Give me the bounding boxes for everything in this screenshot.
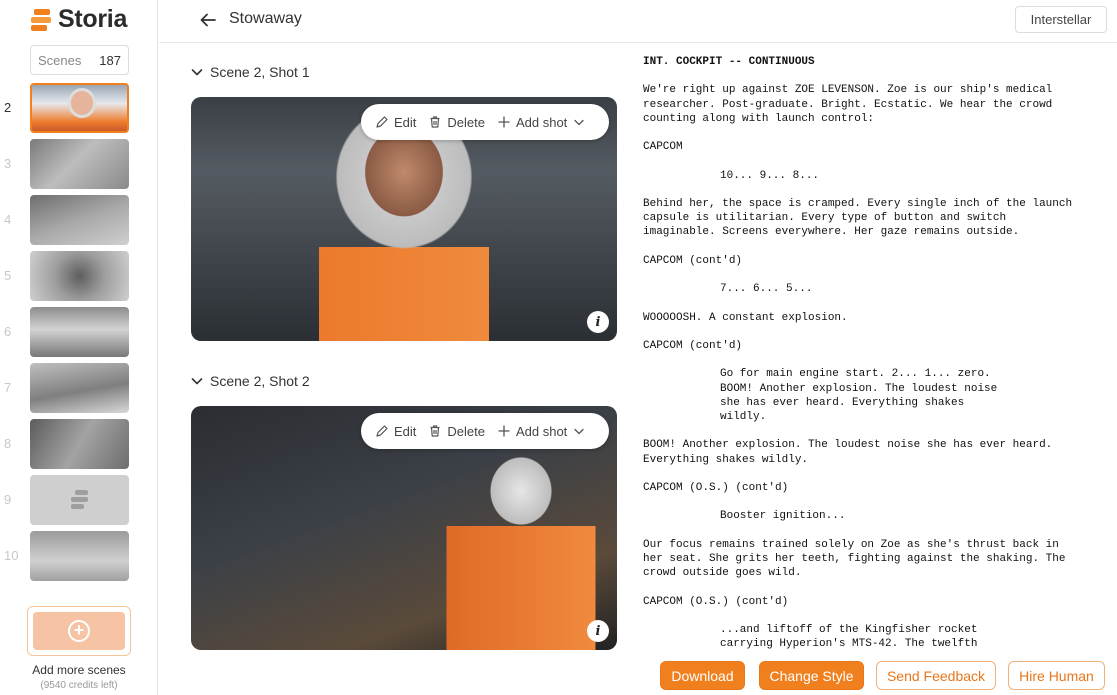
- add-shot-label: Add shot: [515, 423, 568, 439]
- scene-number: 10: [4, 548, 19, 563]
- shot-header[interactable]: Scene 2, Shot 2: [190, 373, 310, 389]
- shot-toolbar: Edit Delete Add shot: [361, 104, 609, 140]
- arrow-left-icon[interactable]: [199, 11, 217, 29]
- scene-thumbnail-image[interactable]: [30, 195, 129, 245]
- scene-thumbnail-item[interactable]: 5: [0, 251, 158, 301]
- add-scenes-inner: +: [33, 612, 125, 650]
- edit-button[interactable]: Edit: [371, 115, 420, 130]
- edit-label: Edit: [394, 114, 417, 130]
- storia-logo-icon: [30, 8, 52, 32]
- scene-thumbnail-image[interactable]: [30, 307, 129, 357]
- scene-thumbnail-image[interactable]: [30, 251, 129, 301]
- scene-thumbnail-image[interactable]: [30, 419, 129, 469]
- scene-number: 2: [4, 100, 12, 115]
- scene-thumbnail-image[interactable]: [30, 83, 129, 133]
- delete-button[interactable]: Delete: [424, 115, 489, 130]
- info-button[interactable]: i: [587, 620, 609, 642]
- info-button[interactable]: i: [587, 311, 609, 333]
- delete-label: Delete: [447, 423, 485, 439]
- scenes-count: 187: [99, 52, 121, 68]
- script-action: WOOOOOSH. A constant explosion.: [643, 311, 848, 324]
- scene-number: 7: [4, 380, 12, 395]
- scene-number: 6: [4, 324, 12, 339]
- pencil-icon: [376, 116, 388, 128]
- scene-number: 9: [4, 492, 12, 507]
- chevron-down-icon: [191, 378, 203, 385]
- download-button[interactable]: Download: [660, 661, 745, 690]
- add-shot-button[interactable]: Add shot: [493, 424, 590, 439]
- plus-circle-icon: +: [68, 620, 90, 642]
- scene-thumbnail-item[interactable]: 7: [0, 363, 158, 413]
- scenes-label: Scenes: [38, 52, 82, 68]
- scene-thumbnail-item[interactable]: 9: [0, 475, 158, 525]
- pencil-icon: [376, 425, 388, 437]
- add-shot-label: Add shot: [515, 114, 568, 130]
- shot-title: Scene 2, Shot 1: [210, 64, 310, 80]
- placeholder-logo-icon: [71, 490, 89, 510]
- chevron-down-icon: [574, 428, 584, 435]
- trash-icon: [430, 116, 440, 128]
- script-character: CAPCOM (cont'd): [643, 254, 743, 267]
- screenplay-text[interactable]: INT. COCKPIT -- CONTINUOUS We're right up…: [643, 55, 1103, 650]
- plus-icon: [498, 116, 510, 128]
- hire-human-button[interactable]: Hire Human: [1008, 661, 1105, 690]
- delete-button[interactable]: Delete: [424, 424, 489, 439]
- app-logo[interactable]: Storia: [30, 5, 127, 34]
- add-scenes-button[interactable]: +: [27, 606, 131, 656]
- scene-thumbnail-item[interactable]: 6: [0, 307, 158, 357]
- script-action: BOOM! Another explosion. The loudest noi…: [643, 439, 1053, 466]
- logo-text: Storia: [58, 5, 128, 33]
- scene-number: 4: [4, 212, 12, 227]
- scene-sidebar: Storia Scenes 187 2 3 4 5 6 7 8 9 10 + A…: [0, 0, 158, 695]
- scene-thumbnail-item[interactable]: 3: [0, 139, 158, 189]
- scene-thumbnail-item[interactable]: 2: [0, 83, 158, 133]
- scene-thumbnail-item[interactable]: 8: [0, 419, 158, 469]
- script-action: Our focus remains trained solely on Zoe …: [643, 538, 1066, 580]
- scene-thumbnail-item[interactable]: 4: [0, 195, 158, 245]
- scene-thumbnail-image[interactable]: [30, 363, 129, 413]
- chevron-down-icon: [574, 119, 584, 126]
- script-heading: INT. COCKPIT -- CONTINUOUS: [643, 56, 815, 68]
- delete-label: Delete: [447, 114, 485, 130]
- top-bar: Stowaway Interstellar: [159, 0, 1117, 43]
- action-bar: Download Change Style Send Feedback Hire…: [640, 652, 1117, 695]
- shot-image[interactable]: Edit Delete Add shot i: [191, 97, 617, 341]
- script-character: CAPCOM (O.S.) (cont'd): [643, 595, 789, 608]
- chevron-down-icon: [191, 69, 203, 76]
- page-title: Stowaway: [229, 10, 302, 27]
- script-action: Behind her, the space is cramped. Every …: [643, 197, 1073, 239]
- scene-thumbnail-image[interactable]: [30, 531, 129, 581]
- trash-icon: [430, 425, 440, 437]
- shot-header[interactable]: Scene 2, Shot 1: [190, 64, 310, 80]
- shot-toolbar: Edit Delete Add shot: [361, 413, 609, 449]
- change-style-button[interactable]: Change Style: [759, 661, 864, 690]
- style-selector[interactable]: Interstellar: [1015, 6, 1107, 33]
- script-action: We're right up against ZOE LEVENSON. Zoe…: [643, 84, 1053, 125]
- credits-label: (9540 credits left): [40, 680, 118, 691]
- script-character: CAPCOM: [643, 141, 683, 154]
- add-scenes-label: Add more scenes: [32, 663, 126, 677]
- edit-label: Edit: [394, 423, 417, 439]
- scene-number: 3: [4, 156, 12, 171]
- send-feedback-button[interactable]: Send Feedback: [876, 661, 996, 690]
- scene-thumbnail-image[interactable]: [30, 139, 129, 189]
- scene-number: 8: [4, 436, 12, 451]
- script-character: CAPCOM (O.S.) (cont'd): [643, 481, 789, 494]
- scene-number: 5: [4, 268, 12, 283]
- shot-title: Scene 2, Shot 2: [210, 373, 310, 389]
- edit-button[interactable]: Edit: [371, 424, 420, 439]
- script-dialogue: Go for main engine start. 2... 1... zero…: [720, 368, 998, 423]
- script-dialogue: Booster ignition...: [720, 510, 846, 523]
- script-character: CAPCOM (cont'd): [643, 339, 743, 352]
- scenes-counter: Scenes 187: [30, 45, 129, 75]
- scene-thumbnail-item[interactable]: 10: [0, 531, 158, 581]
- shot-image[interactable]: Edit Delete Add shot i: [191, 406, 617, 650]
- plus-icon: [498, 425, 510, 437]
- script-dialogue: 7... 6... 5...: [720, 283, 813, 296]
- script-dialogue: ...and liftoff of the Kingfisher rocket …: [720, 623, 978, 650]
- scene-thumbnail-placeholder[interactable]: [30, 475, 129, 525]
- script-dialogue: 10... 9... 8...: [720, 169, 820, 182]
- add-shot-button[interactable]: Add shot: [493, 115, 590, 130]
